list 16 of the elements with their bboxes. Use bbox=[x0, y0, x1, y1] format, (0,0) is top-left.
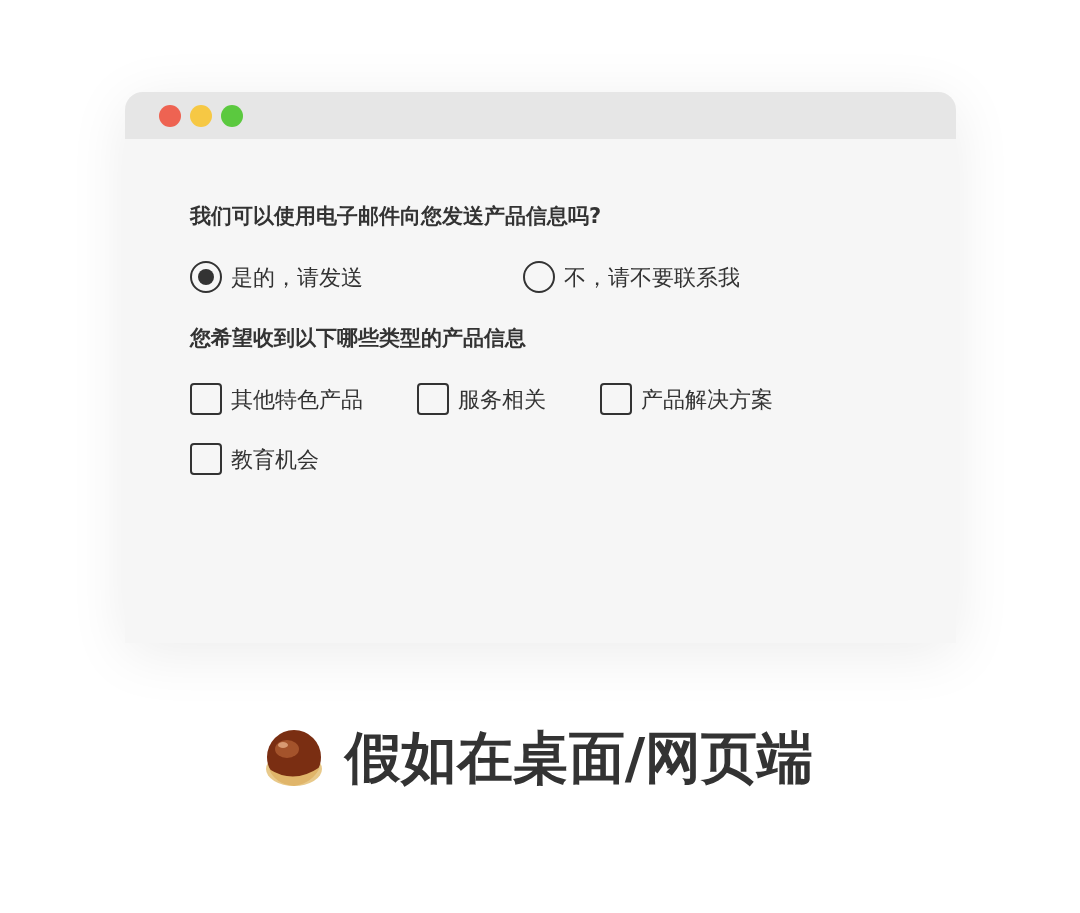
option-label[interactable]: 是的，请发送 bbox=[231, 260, 363, 294]
checkbox[interactable] bbox=[417, 383, 449, 415]
option-label[interactable]: 服务相关 bbox=[458, 382, 546, 416]
checkbox[interactable] bbox=[190, 383, 222, 415]
radio-button[interactable] bbox=[523, 261, 555, 293]
option-label[interactable]: 不，请不要联系我 bbox=[564, 260, 740, 294]
checkbox[interactable] bbox=[600, 383, 632, 415]
option-label[interactable]: 产品解决方案 bbox=[641, 382, 773, 416]
option-label[interactable]: 教育机会 bbox=[231, 442, 319, 476]
question-label: 我们可以使用电子邮件向您发送产品信息吗? bbox=[190, 203, 603, 230]
option-label[interactable]: 其他特色产品 bbox=[231, 382, 363, 416]
checkbox[interactable] bbox=[190, 443, 222, 475]
caption: 假如在桌面/网页端 bbox=[344, 730, 814, 786]
radio-button[interactable] bbox=[190, 261, 222, 293]
close-icon[interactable] bbox=[159, 104, 181, 127]
question-label: 您希望收到以下哪些类型的产品信息 bbox=[190, 325, 527, 352]
